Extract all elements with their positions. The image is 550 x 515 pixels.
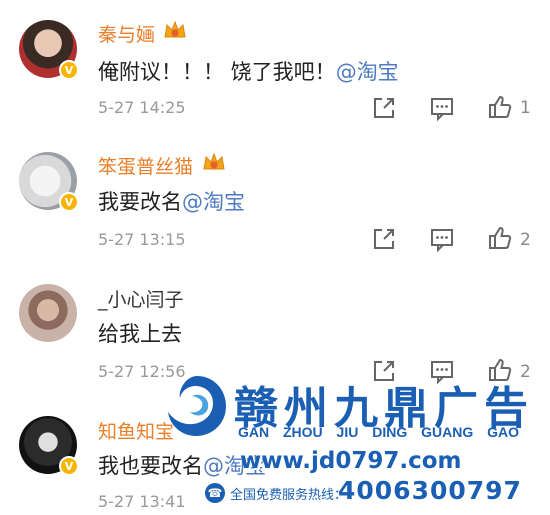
- comment-text: 给我上去: [98, 318, 182, 348]
- comment-text: 俺附议！！！ 饶了我吧！@淘宝: [98, 56, 399, 86]
- watermark-hotline-number: 4006300797: [338, 476, 522, 505]
- username[interactable]: 笨蛋普丝猫: [98, 152, 193, 179]
- avatar[interactable]: [19, 284, 77, 342]
- thumbs-up-icon[interactable]: [487, 94, 513, 120]
- phone-icon: ☎: [205, 483, 225, 503]
- thumbs-up-icon[interactable]: [487, 225, 513, 251]
- avatar[interactable]: V: [19, 416, 79, 476]
- like-count: 1: [520, 98, 531, 118]
- crown-vip-icon: [203, 152, 225, 170]
- verified-v-badge-icon: V: [59, 456, 79, 476]
- comment-text: 我要改名@淘宝: [98, 186, 245, 216]
- comment-body: 给我上去: [98, 322, 182, 346]
- verified-v-badge-icon: V: [59, 192, 79, 212]
- verified-v-badge-icon: V: [59, 60, 79, 80]
- avatar[interactable]: V: [19, 20, 79, 80]
- timestamp: 5-27 13:15: [98, 230, 186, 249]
- watermark-logo-icon: [167, 376, 227, 436]
- username[interactable]: _小心闫子: [98, 285, 184, 312]
- mention-link[interactable]: @淘宝: [182, 190, 245, 214]
- timestamp: 5-27 14:25: [98, 98, 186, 117]
- advertising-watermark: 赣州九鼎广告 GAN ZHOU JIU DING GUANG GAO www.j…: [150, 360, 550, 515]
- comment-icon[interactable]: [429, 226, 455, 252]
- watermark-hotline-label: 全国免费服务热线：: [230, 488, 348, 503]
- share-icon[interactable]: [371, 226, 397, 252]
- crown-vip-icon: [164, 20, 186, 38]
- comment-body: 我要改名: [98, 190, 182, 214]
- comment-icon[interactable]: [429, 95, 455, 121]
- share-icon[interactable]: [371, 95, 397, 121]
- username[interactable]: 秦与婳: [98, 20, 155, 47]
- like-count: 2: [520, 230, 531, 250]
- comment-body: 俺附议！！！ 饶了我吧！: [98, 60, 336, 84]
- avatar[interactable]: V: [19, 152, 79, 212]
- watermark-url: www.jd0797.com: [240, 448, 462, 474]
- watermark-pinyin: GAN ZHOU JIU DING GUANG GAO: [238, 424, 520, 440]
- mention-link[interactable]: @淘宝: [336, 60, 399, 84]
